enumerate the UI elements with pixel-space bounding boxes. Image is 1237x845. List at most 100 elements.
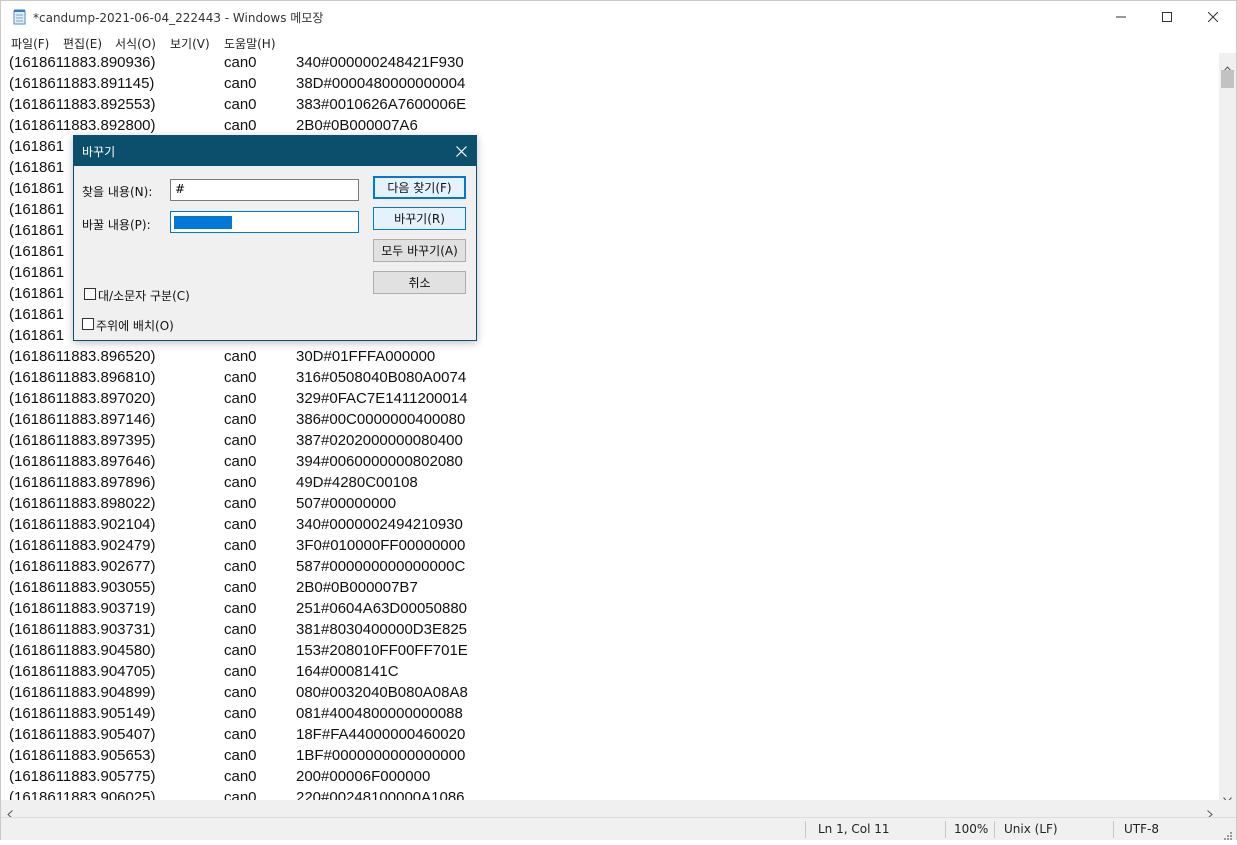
interface: can0 <box>224 663 257 680</box>
timestamp: (1618611883.903055) <box>9 579 156 596</box>
maximize-button[interactable] <box>1144 1 1190 33</box>
can-frame: 587#000000000000000C <box>296 558 466 575</box>
status-divider <box>945 821 946 838</box>
notepad-icon <box>13 9 27 25</box>
can-frame: 2B0#0B000007A6 <box>296 117 418 134</box>
can-frame: 2B0#0B000007B7 <box>296 579 418 596</box>
interface: can0 <box>224 537 257 554</box>
timestamp: (1618611883.891145) <box>9 75 155 92</box>
can-frame: 329#0FAC7E1411200014 <box>296 390 468 407</box>
line-ending: Unix (LF) <box>1004 822 1058 836</box>
interface: can0 <box>224 453 257 470</box>
timestamp: (1618611883.897896) <box>9 474 156 491</box>
match-case-label[interactable]: 대/소문자 구분(C) <box>98 287 190 304</box>
timestamp: (1618611883.905407) <box>9 726 156 743</box>
can-frame: 507#00000000 <box>296 495 397 512</box>
timestamp: (161861 <box>9 243 65 260</box>
close-icon <box>1208 12 1218 22</box>
cancel-button[interactable]: 취소 <box>373 271 466 294</box>
interface: can0 <box>224 432 257 449</box>
menu-bar: 파일(F) 편집(E) 서식(O) 보기(V) 도움말(H) <box>1 33 1236 53</box>
resize-grip-icon[interactable] <box>1223 826 1233 845</box>
can-frame: 49D#4280C00108 <box>296 474 418 491</box>
can-frame: 153#208010FF00FF701E <box>296 642 468 659</box>
interface: can0 <box>224 495 257 512</box>
timestamp: (161861 <box>9 306 65 323</box>
timestamp: (1618611883.897646) <box>9 453 156 470</box>
interface: can0 <box>224 54 257 71</box>
interface: can0 <box>224 558 257 575</box>
vertical-scrollbar[interactable] <box>1219 53 1236 803</box>
vertical-scroll-thumb[interactable] <box>1221 70 1234 88</box>
can-frame: 316#0508040B080A0074 <box>296 369 467 386</box>
wrap-around-label[interactable]: 주위에 배치(O) <box>96 317 174 334</box>
menu-edit[interactable]: 편집(E) <box>63 35 102 52</box>
replace-button[interactable]: 바꾸기(R) <box>373 207 466 230</box>
timestamp: (1618611883.890936) <box>9 54 156 71</box>
timestamp: (1618611883.904580) <box>9 642 156 659</box>
close-button[interactable] <box>1190 1 1236 33</box>
menu-format[interactable]: 서식(O) <box>115 35 156 52</box>
interface: can0 <box>224 684 257 701</box>
interface: can0 <box>224 117 257 134</box>
timestamp: (1618611883.897020) <box>9 390 156 407</box>
cursor-position: Ln 1, Col 11 <box>818 822 890 836</box>
interface: can0 <box>224 75 257 92</box>
can-frame: 383#0010626A7600006E <box>296 96 467 113</box>
close-icon <box>455 142 467 161</box>
timestamp: (1618611883.902677) <box>9 558 156 575</box>
find-next-button[interactable]: 다음 찾기(F) <box>373 176 466 199</box>
interface: can0 <box>224 390 257 407</box>
can-frame: 220#00248100000A1086 <box>296 789 465 800</box>
title-bar[interactable]: *candump-2021-06-04_222443 - Windows 메모장 <box>1 1 1236 33</box>
replace-input[interactable] <box>170 211 359 233</box>
horizontal-scrollbar[interactable] <box>1 800 1219 819</box>
replace-dialog: 바꾸기 찾을 내용(N): # 바꿀 내용(P): 다음 찾기(F) 바꾸기(R… <box>73 135 477 341</box>
zoom-level: 100% <box>954 822 989 836</box>
status-divider <box>994 821 995 838</box>
timestamp: (1618611883.902104) <box>9 516 156 533</box>
status-divider <box>805 821 806 838</box>
timestamp: (1618611883.905653) <box>9 747 156 764</box>
interface: can0 <box>224 96 257 113</box>
match-case-checkbox[interactable] <box>84 288 96 300</box>
timestamp: (1618611883.906025) <box>9 789 156 800</box>
interface: can0 <box>224 369 257 386</box>
interface: can0 <box>224 348 257 365</box>
can-frame: 340#0000002494210930 <box>296 516 463 533</box>
can-frame: 38D#0000480000000004 <box>296 75 466 92</box>
interface: can0 <box>224 789 257 800</box>
timestamp: (161861 <box>9 201 65 218</box>
replace-all-button[interactable]: 모두 바꾸기(A) <box>373 239 466 262</box>
minimize-button[interactable] <box>1098 1 1144 33</box>
maximize-icon <box>1162 12 1172 22</box>
timestamp: (1618611883.897395) <box>9 432 156 449</box>
interface: can0 <box>224 726 257 743</box>
wrap-around-checkbox[interactable] <box>82 318 94 330</box>
timestamp: (1618611883.905775) <box>9 768 156 785</box>
interface: can0 <box>224 600 257 617</box>
interface: can0 <box>224 768 257 785</box>
menu-view[interactable]: 보기(V) <box>170 35 210 52</box>
can-frame: 18F#FA44000000460020 <box>296 726 466 743</box>
notepad-window: *candump-2021-06-04_222443 - Windows 메모장… <box>0 0 1237 840</box>
dialog-close-button[interactable] <box>452 142 470 160</box>
timestamp: (1618611883.898022) <box>9 495 156 512</box>
timestamp: (161861 <box>9 222 65 239</box>
interface: can0 <box>224 642 257 659</box>
status-divider <box>1113 821 1114 838</box>
timestamp: (1618611883.896520) <box>9 348 156 365</box>
find-input[interactable]: # <box>170 179 359 201</box>
menu-help[interactable]: 도움말(H) <box>224 35 276 52</box>
can-frame: 30D#01FFFA000000 <box>296 348 436 365</box>
can-frame: 251#0604A63D00050880 <box>296 600 467 617</box>
scrollbar-corner <box>1219 800 1236 817</box>
can-frame: 381#8030400000D3E825 <box>296 621 467 638</box>
window-title: *candump-2021-06-04_222443 - Windows 메모장 <box>33 11 324 25</box>
menu-file[interactable]: 파일(F) <box>11 35 49 52</box>
dialog-title-bar[interactable]: 바꾸기 <box>74 136 476 166</box>
text-selection <box>174 216 232 229</box>
timestamp: (161861 <box>9 180 65 197</box>
interface: can0 <box>224 621 257 638</box>
timestamp: (161861 <box>9 285 65 302</box>
